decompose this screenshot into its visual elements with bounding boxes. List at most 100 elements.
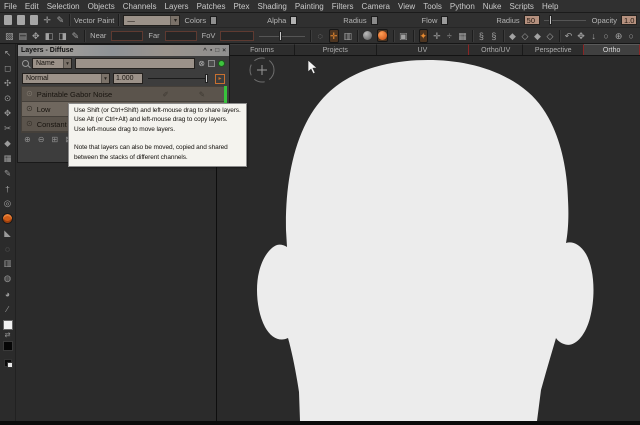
paint-tool-selected[interactable] xyxy=(1,211,15,226)
light-view-icon[interactable]: ○ xyxy=(627,30,635,42)
remove-layer-button[interactable]: ⊖ xyxy=(38,135,45,144)
tab-ortho[interactable]: Ortho xyxy=(584,44,640,55)
orbit-view-icon[interactable]: ○ xyxy=(602,30,610,42)
select-tool[interactable]: ↖ xyxy=(1,46,15,61)
viewport-canvas[interactable] xyxy=(216,44,640,421)
drop-projection-icon[interactable]: ↓ xyxy=(590,30,598,42)
zoom-fit-icon[interactable]: ⊕ xyxy=(615,30,623,42)
layers-palette-titlebar[interactable]: Layers - Diffuse ^ ▪ □ × xyxy=(18,45,229,56)
visibility-eye-icon[interactable]: ⊙ xyxy=(26,89,33,99)
menu-painting[interactable]: Painting xyxy=(295,2,324,11)
projection-back-icon[interactable]: ◇ xyxy=(521,30,529,42)
symmetry-divide-icon[interactable]: ÷ xyxy=(446,30,454,42)
menu-edit[interactable]: Edit xyxy=(25,2,39,11)
menu-scripts[interactable]: Scripts xyxy=(509,2,533,11)
clear-search-icon[interactable]: ⊗ xyxy=(198,59,205,69)
mirror-horizontal-icon[interactable]: § xyxy=(478,30,486,42)
background-color-swatch[interactable] xyxy=(3,341,13,351)
flow-swatch[interactable] xyxy=(441,16,448,25)
fov-field[interactable] xyxy=(220,31,254,41)
canvas-image-icon[interactable]: ▣ xyxy=(399,30,408,42)
clone-stamp-tool[interactable]: ◌ xyxy=(1,241,15,256)
layer-row-paintable-gabor-noise[interactable]: ⊙ Paintable Gabor Noise ✐ ✎ xyxy=(22,87,225,101)
projection-front-icon[interactable]: ◆ xyxy=(509,30,517,42)
blur-tool[interactable]: ◆ xyxy=(1,136,15,151)
menu-python[interactable]: Python xyxy=(450,2,475,11)
brush-tool[interactable]: ✎ xyxy=(1,166,15,181)
menu-shading[interactable]: Shading xyxy=(257,2,286,11)
move-tool[interactable]: ✥ xyxy=(1,106,15,121)
image-icon[interactable]: ▤ xyxy=(19,30,28,42)
blend-options-button[interactable]: ▸ xyxy=(215,74,225,84)
blend-amount-slider[interactable] xyxy=(146,73,212,84)
palette-pin-icon[interactable]: ▪ xyxy=(210,47,212,54)
tab-forums[interactable]: Forums xyxy=(230,44,295,55)
foreground-color-swatch[interactable] xyxy=(3,320,13,330)
filter-mode-dropdown[interactable]: Name ▾ xyxy=(32,58,72,69)
menu-help[interactable]: Help xyxy=(542,2,558,11)
menu-tools[interactable]: Tools xyxy=(423,2,442,11)
slice-tool[interactable]: ✂ xyxy=(1,121,15,136)
menu-camera[interactable]: Camera xyxy=(362,2,390,11)
brush-preset-dropdown[interactable]: — ▾ xyxy=(123,15,180,26)
tab-projects[interactable]: Projects xyxy=(295,44,377,55)
paint-roller-icon[interactable]: ✎ xyxy=(56,14,65,26)
menu-ptex[interactable]: Ptex xyxy=(233,2,249,11)
shading-lit-button[interactable] xyxy=(377,29,388,42)
brush-icon[interactable]: ✎ xyxy=(72,30,80,42)
file-new-button[interactable] xyxy=(3,14,12,26)
grid-warp-tool[interactable]: ▦ xyxy=(1,151,15,166)
default-colors-swatch[interactable] xyxy=(4,359,12,367)
radius-jitter-swatch[interactable] xyxy=(371,16,378,25)
menu-patches[interactable]: Patches xyxy=(197,2,226,11)
pin-tool[interactable]: † xyxy=(1,181,15,196)
layer-adjust-icon[interactable]: ✐ xyxy=(162,90,168,99)
opacity-field[interactable]: 1.0 xyxy=(621,15,637,25)
eraser-target-tool[interactable]: ◎ xyxy=(1,196,15,211)
palette-collapse-icon[interactable]: ^ xyxy=(203,47,207,54)
visibility-eye-icon[interactable]: ⊙ xyxy=(26,104,33,114)
colors-swatch[interactable] xyxy=(210,16,217,25)
pattern-tool[interactable]: ◍ xyxy=(1,271,15,286)
gradient-tool[interactable]: ▥ xyxy=(1,256,15,271)
paint-target-icon[interactable]: ✛ xyxy=(329,29,339,43)
pan-tool[interactable]: ✣ xyxy=(1,76,15,91)
menu-view[interactable]: View xyxy=(398,2,415,11)
duplicate-layer-button[interactable]: ⊞ xyxy=(51,135,58,144)
projection-right-icon[interactable]: ◇ xyxy=(546,30,554,42)
tab-perspective[interactable]: Perspective xyxy=(523,44,584,55)
blend-mode-dropdown[interactable]: Normal ▾ xyxy=(22,73,110,84)
tab-ortho-uv[interactable]: Ortho/UV xyxy=(469,44,523,55)
pan-view-icon[interactable]: ✥ xyxy=(577,30,585,42)
layer-paint-icon[interactable]: ✎ xyxy=(199,90,205,99)
transform-icon[interactable]: ✥ xyxy=(32,30,40,42)
ghost-projection-icon[interactable]: ◌ xyxy=(316,30,324,42)
zoom-tool[interactable]: ⊙ xyxy=(1,91,15,106)
stencil-icon[interactable]: ◨ xyxy=(58,30,67,42)
symmetry-axis-icon[interactable]: ✛ xyxy=(433,30,441,42)
menu-filters[interactable]: Filters xyxy=(332,2,354,11)
near-field[interactable] xyxy=(111,31,143,41)
shading-flat-button[interactable] xyxy=(363,29,372,42)
blend-amount-field[interactable]: 1.000 xyxy=(113,73,143,84)
swap-colors-icon[interactable]: ⇄ xyxy=(1,330,15,341)
vector-line-tool[interactable]: ∕ xyxy=(1,301,15,316)
menu-file[interactable]: File xyxy=(4,2,17,11)
smear-tool[interactable]: ◣ xyxy=(1,226,15,241)
shader-sphere-tool[interactable]: ◕ xyxy=(1,286,15,301)
add-layer-button[interactable]: ⊕ xyxy=(24,135,31,144)
menu-selection[interactable]: Selection xyxy=(47,2,80,11)
blend-slider-handle[interactable] xyxy=(205,74,208,83)
projection-left-icon[interactable]: ◆ xyxy=(534,30,542,42)
undo-view-icon[interactable]: ↶ xyxy=(565,30,573,42)
layers-search-input[interactable] xyxy=(75,58,195,69)
file-export-button[interactable] xyxy=(16,14,25,26)
ruler-icon[interactable]: ▥ xyxy=(344,30,353,42)
mirror-vertical-icon[interactable]: § xyxy=(490,30,498,42)
fov-slider-handle[interactable] xyxy=(279,31,282,41)
file-import-button[interactable] xyxy=(29,14,38,26)
radius-slider[interactable] xyxy=(544,15,586,25)
tab-uv[interactable]: UV xyxy=(377,44,470,55)
radius-field[interactable]: 50 xyxy=(524,15,540,25)
palette-float-icon[interactable]: □ xyxy=(215,47,219,54)
